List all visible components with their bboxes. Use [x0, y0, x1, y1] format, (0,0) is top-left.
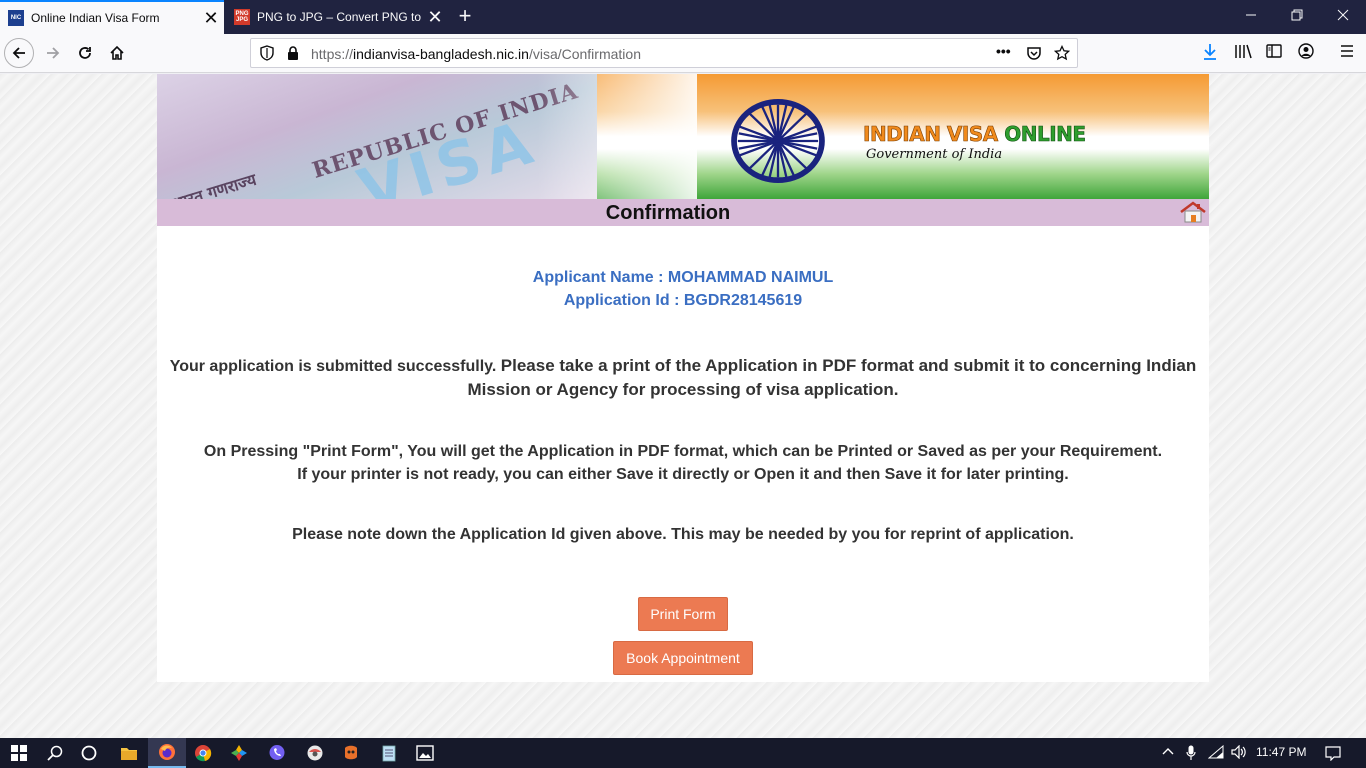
media-player-icon [345, 745, 357, 760]
taskbar-app-browser[interactable] [296, 738, 334, 768]
menu-icon[interactable] [1339, 43, 1355, 59]
url-text: https://indianvisa-bangladesh.nic.in/vis… [311, 46, 641, 62]
tab-title: Online Indian Visa Form [31, 11, 160, 25]
show-hidden-icons-chevron-icon[interactable] [1162, 745, 1174, 759]
minimize-button[interactable] [1228, 0, 1274, 34]
content-container: REPUBLIC OF INDIA VISA भारत गणराज्य INDI… [157, 74, 1209, 682]
tab-online-indian-visa-form[interactable]: NIC Online Indian Visa Form ✕ [0, 0, 224, 34]
tracking-shield-icon [260, 45, 274, 61]
tab-strip: NIC Online Indian Visa Form ✕ PNG JPG PN… [0, 0, 1366, 34]
windows-taskbar: 11:47 PM [0, 738, 1366, 768]
ashoka-chakra-icon [731, 98, 825, 184]
start-button[interactable] [0, 738, 38, 768]
close-icon [1337, 9, 1349, 21]
close-tab-icon[interactable]: ✕ [198, 8, 224, 29]
logo-part-indian: INDIAN [863, 122, 942, 147]
minimize-icon [1246, 14, 1256, 16]
book-appointment-button[interactable]: Book Appointment [613, 641, 753, 675]
logo-part-visa: VISA [946, 122, 999, 147]
print-instruction-text: Please take a print of the Application i… [467, 356, 1197, 399]
taskbar-chrome[interactable] [184, 738, 222, 768]
forward-button[interactable] [38, 38, 68, 68]
url-path: /visa/Confirmation [528, 46, 641, 62]
volume-icon[interactable] [1231, 745, 1247, 759]
url-scheme: https:// [311, 46, 354, 62]
task-view-button[interactable] [70, 738, 108, 768]
restore-button[interactable] [1274, 0, 1320, 34]
url-host: indianvisa-bangladesh.nic.in [353, 46, 529, 62]
bookmark-star-icon [1054, 45, 1070, 61]
address-bar[interactable]: https://indianvisa-bangladesh.nic.in/vis… [250, 38, 1078, 68]
visa-banner: REPUBLIC OF INDIA VISA भारत गणराज्य INDI… [157, 74, 1209, 199]
applicant-name: Applicant Name : MOHAMMAD NAIMUL [532, 269, 834, 286]
application-id: Application Id : BGDR28145619 [563, 292, 803, 309]
viber-icon [269, 745, 285, 760]
navigation-toolbar: https://indianvisa-bangladesh.nic.in/vis… [0, 34, 1366, 73]
reload-button[interactable] [70, 38, 100, 68]
home-icon[interactable] [1179, 201, 1207, 223]
confirmation-header-bar: Confirmation [157, 199, 1209, 226]
home-icon [110, 45, 124, 60]
page-background: REPUBLIC OF INDIA VISA भारत गणराज्य INDI… [0, 74, 1366, 738]
submission-message: Your application is submitted successful… [167, 354, 1199, 402]
pocket-icon [1027, 47, 1041, 60]
logo-part-online: ONLINE [1004, 122, 1086, 147]
indian-visa-online-logo: INDIAN VISA ONLINE [863, 122, 1087, 147]
print-form-info-line-2: If your printer is not ready, you can ei… [297, 466, 1069, 483]
page-title: Confirmation [605, 202, 731, 224]
search-button[interactable] [36, 738, 74, 768]
downloads-icon[interactable] [1202, 43, 1218, 61]
cortana-circle-icon [81, 745, 97, 761]
page-actions-icon[interactable]: ••• [996, 43, 1011, 59]
lock-icon [288, 46, 298, 60]
notepad-icon [382, 745, 396, 762]
windows-logo-icon [11, 745, 27, 761]
system-clock[interactable]: 11:47 PM [1256, 745, 1306, 759]
forward-arrow-icon [47, 47, 60, 59]
print-form-button[interactable]: Print Form [638, 597, 728, 631]
taskbar-media-player[interactable] [332, 738, 370, 768]
firefox-icon [159, 744, 175, 760]
taskbar-viber[interactable] [258, 738, 296, 768]
visa-card-hindi-text: भारत गणराज्य [170, 169, 259, 199]
action-center-icon[interactable] [1325, 745, 1341, 761]
government-of-india-text: Government of India [866, 147, 1003, 162]
taskbar-app-tool[interactable] [220, 738, 258, 768]
print-form-info: On Pressing "Print Form", You will get t… [167, 440, 1199, 486]
home-button[interactable] [102, 38, 132, 68]
folder-icon [121, 748, 137, 760]
close-tab-icon[interactable]: ✕ [422, 7, 448, 28]
taskbar-photos[interactable] [406, 738, 444, 768]
taskbar-firefox[interactable] [148, 738, 186, 768]
reload-icon [79, 47, 91, 59]
png-jpg-favicon-icon: PNG JPG [234, 9, 250, 25]
app-browser-icon [307, 745, 323, 761]
back-button[interactable] [4, 38, 34, 68]
nic-favicon-icon: NIC [8, 10, 24, 26]
print-form-info-line-1: On Pressing "Print Form", You will get t… [203, 443, 1163, 460]
account-icon[interactable] [1298, 43, 1314, 59]
wifi-icon[interactable] [1208, 745, 1224, 759]
search-icon [47, 745, 63, 761]
new-tab-button[interactable]: + [452, 4, 478, 30]
close-window-button[interactable] [1320, 0, 1366, 34]
visa-card-image: REPUBLIC OF INDIA VISA भारत गणराज्य [157, 74, 597, 199]
microphone-icon[interactable] [1186, 745, 1196, 761]
banner-fade [537, 74, 697, 199]
back-arrow-icon [12, 47, 25, 59]
application-id-note: Please note down the Application Id give… [292, 526, 1074, 543]
tab-title: PNG to JPG – Convert PNG to J [257, 10, 422, 24]
taskbar-notepad[interactable] [370, 738, 408, 768]
tab-png-to-jpg[interactable]: PNG JPG PNG to JPG – Convert PNG to J ✕ [226, 0, 448, 34]
sidebar-icon[interactable] [1266, 43, 1282, 59]
chrome-icon [195, 745, 212, 762]
submission-success-text: Your application is submitted successful… [169, 358, 497, 375]
taskbar-file-explorer[interactable] [110, 738, 148, 768]
restore-icon [1291, 9, 1303, 21]
library-icon[interactable] [1234, 43, 1252, 59]
photos-icon [416, 745, 434, 761]
app-tool-icon [231, 745, 247, 761]
